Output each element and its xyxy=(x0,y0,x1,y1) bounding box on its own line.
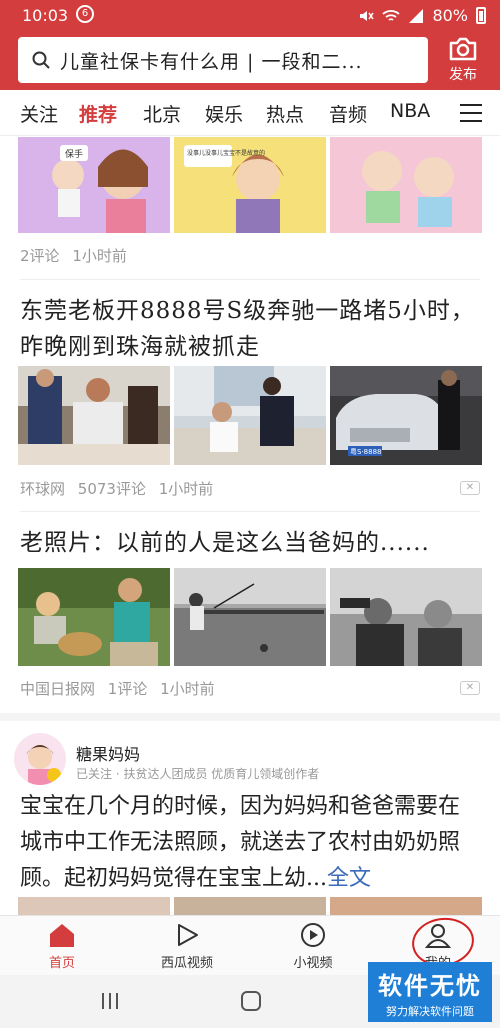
dislike-button[interactable]: ✕ xyxy=(460,481,480,495)
short-video-icon xyxy=(301,923,325,947)
home-icon xyxy=(50,924,74,947)
comment-count: 2评论 xyxy=(20,247,60,265)
dislike-button[interactable]: ✕ xyxy=(460,681,480,695)
article-0-image-2[interactable]: 没事儿没事儿宝宝不是故意的 xyxy=(174,137,326,233)
post-image-2[interactable] xyxy=(174,897,326,915)
time-ago: 1小时前 xyxy=(158,480,214,498)
status-time: 10:03 xyxy=(22,6,69,25)
article-2-image-1[interactable] xyxy=(18,568,170,666)
article-2-image-3[interactable] xyxy=(330,568,482,666)
status-bar: 10:03 6 80% xyxy=(0,0,500,32)
read-more-link[interactable]: 全文 xyxy=(327,866,371,891)
source: 中国日报网 xyxy=(20,680,96,698)
post-image-3[interactable] xyxy=(330,897,482,915)
recent-apps-icon[interactable] xyxy=(100,991,120,1011)
tab-recommend[interactable]: 推荐 xyxy=(79,100,117,127)
article-0-image-3[interactable] xyxy=(330,137,482,233)
post-text[interactable]: 宝宝在几个月的时候，因为妈妈和爸爸需要在城市中工作无法照顾，就送去了农村由奶奶照… xyxy=(20,789,480,897)
post-body: 宝宝在几个月的时候，因为妈妈和爸爸需要在城市中工作无法照顾，就送去了农村由奶奶照… xyxy=(20,794,461,891)
channel-menu-button[interactable] xyxy=(460,104,482,122)
home-system-icon[interactable] xyxy=(240,990,262,1012)
battery-percent: 80% xyxy=(432,6,468,25)
top-header: 10:03 6 80% 儿童社保卡有什么用 | 一段和二... 发布 xyxy=(0,0,500,90)
tab-beijing[interactable]: 北京 xyxy=(143,100,181,127)
article-2-meta: 中国日报网 1评论 1小时前 xyxy=(20,678,223,699)
article-0-image-1[interactable]: 保手 xyxy=(18,137,170,233)
article-1-image-3[interactable]: 粤S·8888 xyxy=(330,366,482,465)
publish-label: 发布 xyxy=(449,67,477,83)
tab-follow[interactable]: 关注 xyxy=(20,100,58,127)
camera-icon xyxy=(449,37,477,61)
author-name[interactable]: 糖果妈妈 xyxy=(76,741,140,765)
comic-bubble-1: 保手 xyxy=(65,148,83,160)
divider xyxy=(20,279,480,280)
divider xyxy=(20,511,480,512)
status-right: 80% xyxy=(358,6,486,25)
article-1-title[interactable]: 东莞老板开8888号S级奔驰一路堵5小时，昨晚刚到珠海就被抓走 xyxy=(20,293,480,365)
comment-count: 5073评论 xyxy=(77,480,146,498)
wifi-icon xyxy=(382,9,401,21)
battery-icon xyxy=(476,7,486,24)
channel-tabs: 关注 推荐 北京 娱乐 热点 音频 NBA xyxy=(0,90,500,136)
tab-audio[interactable]: 音频 xyxy=(329,100,367,127)
watermark-logo: 软件无忧 努力解决软件问题 xyxy=(368,962,492,1022)
time-ago: 1小时前 xyxy=(72,247,127,265)
article-1-image-1[interactable] xyxy=(18,366,170,465)
comment-count: 1评论 xyxy=(107,680,148,698)
signal-icon xyxy=(409,8,424,23)
search-query: 儿童社保卡有什么用 | 一段和二... xyxy=(60,50,363,73)
nav-home-label: 首页 xyxy=(48,956,75,971)
mute-icon xyxy=(360,10,375,21)
tab-hot[interactable]: 热点 xyxy=(266,100,304,127)
watermark-subtitle: 努力解决软件问题 xyxy=(386,1005,474,1018)
nav-xigua-video[interactable]: 西瓜视频 xyxy=(142,922,232,971)
plate-text: 粤S·8888 xyxy=(350,447,381,456)
article-2-title[interactable]: 老照片：以前的人是这么当爸妈的...... xyxy=(20,525,480,561)
article-0-meta: 2评论 1小时前 xyxy=(20,245,135,266)
nav-short-video[interactable]: 小视频 xyxy=(268,922,358,971)
watermark-title: 软件无忧 xyxy=(378,972,482,1000)
news-feed[interactable]: 保手 没事儿没事儿宝宝不是故意的 2评论 1小时前 东莞老板开8888号S级奔驰… xyxy=(0,137,500,915)
nav-short-video-label: 小视频 xyxy=(293,956,333,971)
tab-entertainment[interactable]: 娱乐 xyxy=(205,100,243,127)
time-ago: 1小时前 xyxy=(160,680,215,698)
avatar[interactable] xyxy=(14,733,66,785)
article-2-image-2[interactable] xyxy=(174,568,326,666)
publish-button[interactable]: 发布 xyxy=(440,36,486,88)
toutiao-notification-icon: 6 xyxy=(76,5,94,23)
search-icon xyxy=(32,51,50,69)
source: 环球网 xyxy=(20,480,66,498)
article-1-image-2[interactable] xyxy=(174,366,326,465)
comic-bubble-2: 没事儿没事儿宝宝不是故意的 xyxy=(187,149,265,157)
play-icon xyxy=(178,924,198,946)
article-1-meta: 环球网 5073评论 1小时前 xyxy=(20,478,221,499)
section-divider xyxy=(0,713,500,721)
nav-home[interactable]: 首页 xyxy=(17,922,107,971)
author-description: 已关注 · 扶贫达人团成员 优质育儿领域创作者 xyxy=(76,767,320,781)
search-input[interactable]: 儿童社保卡有什么用 | 一段和二... xyxy=(18,37,428,83)
tab-nba[interactable]: NBA xyxy=(390,100,430,122)
post-image-1[interactable] xyxy=(18,897,170,915)
nav-xigua-label: 西瓜视频 xyxy=(160,956,213,971)
